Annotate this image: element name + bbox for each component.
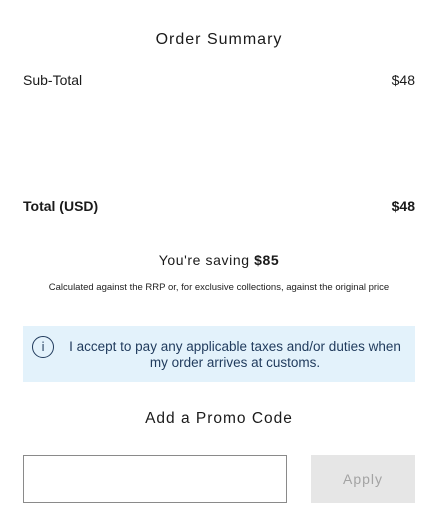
apply-button[interactable]: Apply <box>311 455 415 503</box>
promo-code-input[interactable] <box>23 455 287 503</box>
savings-line: You're saving $85 <box>0 252 438 268</box>
subtotal-label: Sub-Total <box>23 72 83 88</box>
savings-note: Calculated against the RRP or, for exclu… <box>48 282 390 293</box>
customs-notice: i I accept to pay any applicable taxes a… <box>23 326 415 382</box>
subtotal-row: Sub-Total $48 <box>23 72 415 88</box>
total-row: Total (USD) $48 <box>23 198 415 214</box>
total-value: $48 <box>391 198 415 214</box>
savings-amount: $85 <box>254 252 280 268</box>
savings-prefix: You're saving <box>158 252 255 268</box>
total-label: Total (USD) <box>23 198 99 214</box>
subtotal-value: $48 <box>391 72 415 88</box>
info-icon: i <box>32 336 54 358</box>
customs-notice-text: I accept to pay any applicable taxes and… <box>69 339 401 370</box>
promo-code-title: Add a Promo Code <box>145 410 293 427</box>
order-summary-title: Order Summary <box>155 31 283 48</box>
